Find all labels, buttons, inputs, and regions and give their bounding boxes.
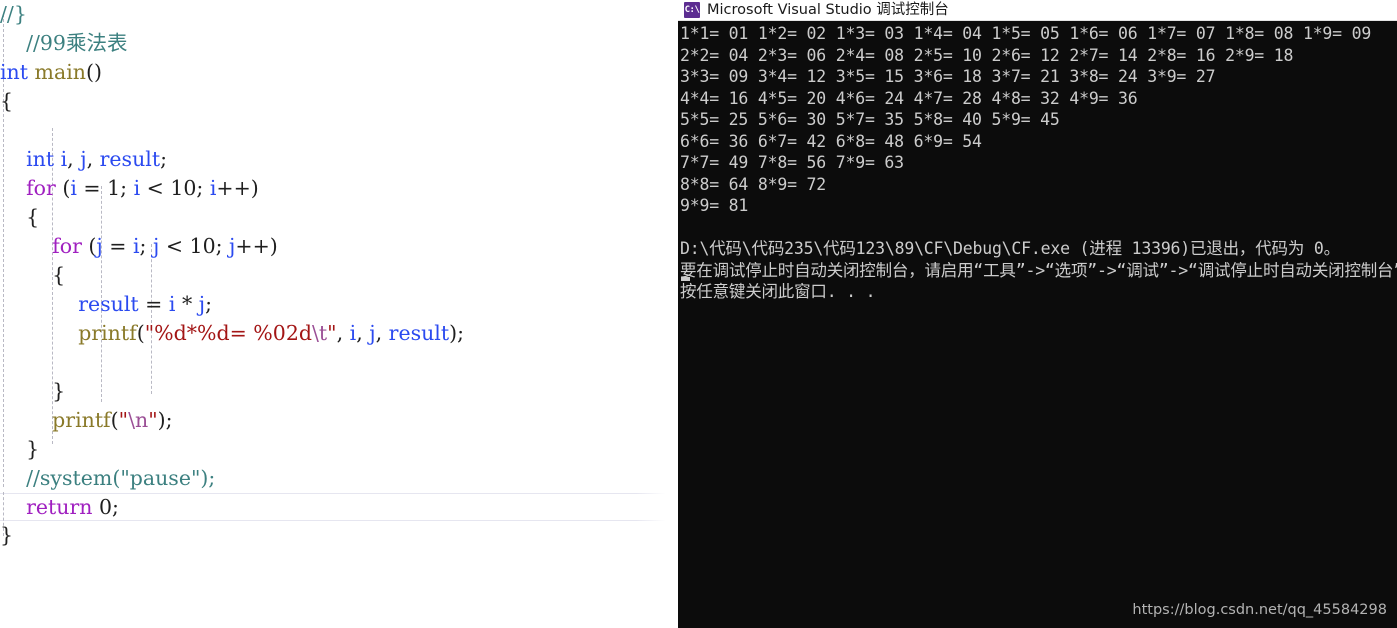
- console-window[interactable]: C:\ Microsoft Visual Studio 调试控制台 1*1= 0…: [678, 0, 1397, 628]
- code-token-plain: }: [0, 523, 14, 547]
- code-token-plain: );: [157, 408, 173, 432]
- code-token-plain: ,: [67, 147, 81, 171]
- code-token-plain: );: [449, 321, 464, 345]
- code-line[interactable]: result = i * j;: [0, 290, 678, 319]
- indent-guide: [150, 244, 152, 394]
- code-token-plain: 0;: [92, 495, 119, 519]
- console-icon-label: C:\: [684, 4, 700, 15]
- code-line[interactable]: {: [0, 87, 678, 116]
- watermark-url: https://blog.csdn.net/qq_45584298: [1132, 602, 1387, 618]
- code-token-plain: (): [85, 60, 102, 84]
- code-token-plain: ;: [205, 292, 213, 316]
- code-token-plain: ++): [216, 176, 259, 200]
- code-token-plain: (: [55, 176, 71, 200]
- code-token-plain: (: [110, 408, 119, 432]
- console-output-line: 7*7= 49 7*8= 56 7*9= 63: [680, 153, 904, 172]
- code-line[interactable]: [0, 116, 678, 145]
- console-cursor: [681, 277, 690, 281]
- code-token-plain: (: [81, 234, 97, 258]
- console-output-line: 1*1= 01 1*2= 02 1*3= 03 1*4= 04 1*5= 05 …: [680, 24, 1372, 43]
- code-line[interactable]: int i, j, result;: [0, 145, 678, 174]
- code-token-plain: {: [0, 205, 40, 229]
- code-token-plain: (: [136, 321, 145, 345]
- code-token-plain: {: [0, 89, 14, 113]
- code-token-plain: = 1;: [76, 176, 134, 200]
- console-output-line: 4*4= 16 4*5= 20 4*6= 24 4*7= 28 4*8= 32 …: [680, 88, 1138, 108]
- console-output-line: 3*3= 09 3*4= 12 3*5= 15 3*6= 18 3*7= 21 …: [680, 67, 1216, 86]
- code-line[interactable]: }: [0, 435, 678, 464]
- code-token-plain: ,: [336, 321, 350, 345]
- console-output-area[interactable]: 1*1= 01 1*2= 02 1*3= 03 1*4= 04 1*5= 05 …: [678, 21, 1397, 628]
- code-token-plain: {: [0, 263, 66, 287]
- console-title: Microsoft Visual Studio 调试控制台: [707, 1, 949, 18]
- code-line[interactable]: for (i = 1; i < 10; i++): [0, 174, 678, 203]
- code-token-string: ": [118, 408, 129, 432]
- code-line[interactable]: for (j = i; j < 10; j++): [0, 232, 678, 261]
- code-token-escape: \t: [311, 321, 328, 345]
- code-token-plain: *: [175, 292, 199, 316]
- code-token-plain: ,: [86, 147, 100, 171]
- code-token-string: ": [148, 408, 158, 432]
- code-token-func: printf: [78, 321, 137, 345]
- console-titlebar[interactable]: C:\ Microsoft Visual Studio 调试控制台: [678, 0, 1397, 21]
- console-output-line: 要在调试停止时自动关闭控制台，请启用“工具”->“选项”->“调试”->“调试停…: [680, 260, 1397, 280]
- code-token-type: int: [0, 60, 28, 84]
- code-token-plain: < 10;: [159, 234, 230, 258]
- console-output-line: 5*5= 25 5*6= 30 5*7= 35 5*8= 40 5*9= 45: [680, 110, 1060, 129]
- code-token-plain: }: [0, 437, 40, 461]
- console-output-line: 2*2= 04 2*3= 06 2*4= 08 2*5= 10 2*6= 12 …: [680, 45, 1294, 65]
- code-token-escape: \n: [128, 408, 149, 432]
- code-token-string: ": [327, 321, 337, 345]
- code-token-comment: //99乘法表: [26, 31, 128, 55]
- code-token-comment: //}: [0, 2, 27, 26]
- code-token-func: main: [34, 60, 86, 84]
- code-token-plain: }: [0, 379, 66, 403]
- console-output-line: D:\代码\代码235\代码123\89\CF\Debug\CF.exe (进程…: [680, 239, 1340, 258]
- code-token-plain: ++): [235, 234, 278, 258]
- code-line[interactable]: }: [0, 521, 678, 550]
- code-token-type: result: [99, 147, 161, 171]
- console-window-icon: C:\: [684, 2, 700, 18]
- code-token-plain: < 10;: [140, 176, 210, 200]
- code-token-plain: ;: [139, 234, 153, 258]
- code-token-comment: //system("pause");: [26, 466, 216, 490]
- code-token-plain: ;: [160, 147, 167, 171]
- code-token-type: result: [388, 321, 450, 345]
- code-token-type: int: [26, 147, 55, 171]
- code-token-keyword: return: [26, 495, 93, 519]
- code-token-plain: ,: [356, 321, 370, 345]
- code-line-current[interactable]: return 0;: [0, 493, 678, 521]
- code-token-type: result: [78, 292, 139, 316]
- code-token-plain: ,: [375, 321, 389, 345]
- code-token-string: "%d*%d= %02d: [144, 321, 312, 345]
- code-token-plain: =: [102, 234, 133, 258]
- code-line[interactable]: printf("\n");: [0, 406, 678, 435]
- code-line[interactable]: //system("pause");: [0, 464, 678, 493]
- code-token-func: printf: [52, 408, 111, 432]
- code-line[interactable]: //}: [0, 0, 678, 29]
- console-output-line: 6*6= 36 6*7= 42 6*8= 48 6*9= 54: [680, 131, 982, 151]
- code-line[interactable]: int main(): [0, 58, 678, 87]
- code-line[interactable]: printf("%d*%d= %02d\t", i, j, result);: [0, 319, 678, 348]
- console-output-line: 9*9= 81: [680, 196, 749, 215]
- code-editor-pane[interactable]: //} //99乘法表 int main(){ int i, j, result;…: [0, 0, 678, 628]
- code-token-keyword: for: [26, 176, 56, 200]
- console-output-line: 按任意键关闭此窗口. . .: [680, 282, 876, 301]
- console-output-line: 8*8= 64 8*9= 72: [680, 174, 827, 194]
- editor-right-fade: [636, 0, 678, 628]
- code-line[interactable]: //99乘法表: [0, 29, 678, 58]
- code-token-plain: =: [138, 292, 169, 316]
- code-token-keyword: for: [52, 234, 82, 258]
